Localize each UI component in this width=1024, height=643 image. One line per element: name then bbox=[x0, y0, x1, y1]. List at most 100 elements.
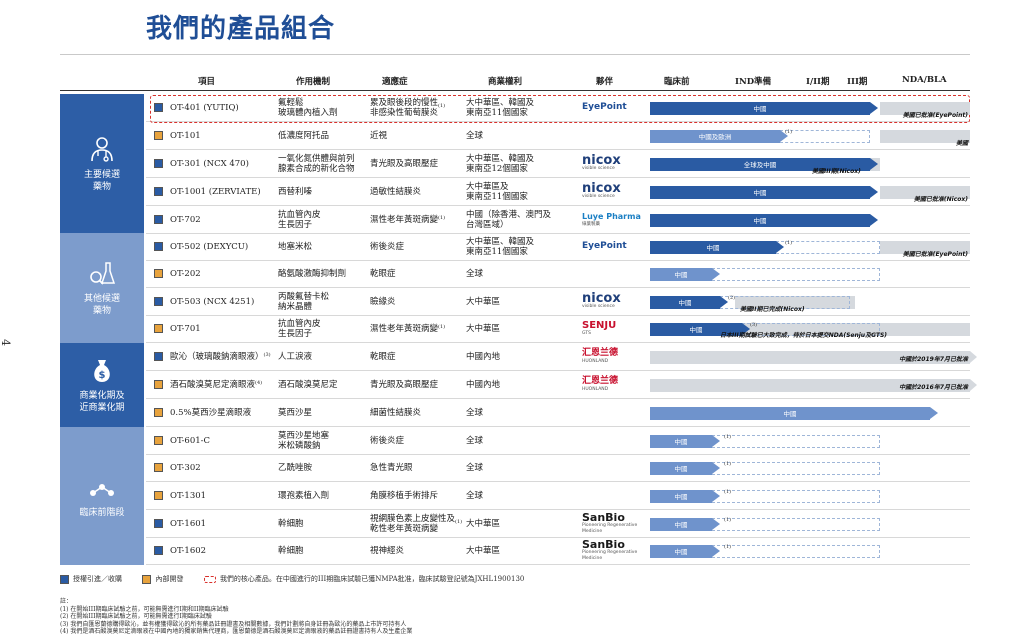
commercial-rights-text: 全球 bbox=[466, 130, 484, 141]
progress-bar: 中國 bbox=[650, 406, 930, 420]
commercial-rights: 中國（除香港、澳門及 台灣區域） bbox=[466, 206, 582, 233]
mechanism: 莫西沙星地塞 米松磷酸鈉 bbox=[278, 427, 372, 454]
indication-footnote-ref: (1) bbox=[438, 324, 446, 330]
commercial-rights-text: 全球 bbox=[466, 268, 484, 279]
progress-arrow bbox=[776, 240, 784, 253]
indication-text: 乾眼症 bbox=[370, 351, 396, 362]
progress-arrow bbox=[712, 544, 720, 557]
progress-bar: 中國及歐洲 bbox=[650, 129, 780, 143]
indication: 乾眼症 bbox=[370, 343, 466, 370]
progress-bar: 中國 bbox=[650, 517, 712, 531]
indication-text: 細菌性結膜炎 bbox=[370, 407, 422, 418]
commercial-rights-text: 中國內地 bbox=[466, 351, 501, 362]
commercial-rights-text: 大中華區、韓國及 東南亞12個國家 bbox=[466, 153, 535, 174]
mechanism: 莫西沙星 bbox=[278, 399, 372, 426]
project-name: OT-1001 (ZERVIATE) bbox=[170, 178, 280, 205]
indication-text: 濕性老年黃斑病變 bbox=[370, 323, 439, 334]
mechanism-text: 抗血管內皮 生長因子 bbox=[278, 318, 321, 339]
licensed-marker bbox=[154, 187, 163, 196]
bar-footnote-ref: (1) bbox=[724, 543, 732, 550]
project-name: OT-1601 bbox=[170, 510, 280, 537]
progress-arrow bbox=[712, 434, 720, 447]
partner-name: nicox bbox=[582, 181, 621, 196]
money-bag-icon: $ bbox=[94, 360, 110, 382]
partner-name: SanBio bbox=[582, 511, 625, 524]
commercial-rights-text: 大中華區及 東南亞11個國家 bbox=[466, 181, 528, 202]
footnotes: 註： (1) 在開始III期臨床試驗之前，可能無需進行I期和II期臨床試驗 (2… bbox=[60, 598, 412, 636]
mechanism-text: 莫西沙星 bbox=[278, 407, 313, 418]
progress-bar: 中國 bbox=[650, 295, 720, 309]
project-name-text: OT-701 bbox=[170, 323, 201, 334]
indication: 術後炎症 bbox=[370, 233, 466, 260]
progress-arrow bbox=[870, 157, 878, 170]
progress-bar: 中國 bbox=[650, 240, 776, 254]
inhouse-marker bbox=[154, 491, 163, 500]
progress-arrow bbox=[712, 489, 720, 502]
mechanism-text: 抗血管內皮 生長因子 bbox=[278, 209, 321, 230]
indication: 青光眼及高眼壓症 bbox=[370, 371, 466, 398]
category-main: 主要候選 藥物 bbox=[60, 94, 144, 233]
indication: 術後炎症 bbox=[370, 427, 466, 454]
project-name: OT-301 (NCX 470) bbox=[170, 150, 280, 177]
progress-arrow bbox=[712, 267, 720, 280]
mechanism-text: 莫西沙星地塞 米松磷酸鈉 bbox=[278, 430, 330, 451]
commercial-rights-text: 全球 bbox=[466, 490, 484, 501]
indication-text: 視網膜色素上皮變性及 乾性老年黃斑病變 bbox=[370, 513, 456, 534]
category-preclinical-label: 臨床前階段 bbox=[79, 508, 125, 518]
doctor-icon bbox=[91, 136, 113, 162]
mechanism: 環孢素植入劑 bbox=[278, 482, 372, 509]
licensed-marker bbox=[154, 352, 163, 361]
project-name: 0.5%莫西沙星滴眼液 bbox=[170, 399, 280, 426]
title-divider bbox=[60, 54, 970, 55]
project-name-footnote-ref: (4) bbox=[255, 380, 263, 386]
mechanism: 西替利嗪 bbox=[278, 178, 372, 205]
commercial-rights: 全球 bbox=[466, 427, 582, 454]
partner-logo: 汇恩兰德 HUONLAND bbox=[582, 371, 648, 398]
category-main-label: 主要候選 藥物 bbox=[83, 169, 120, 192]
inhouse-marker bbox=[154, 269, 163, 278]
progress-bar: 中國 bbox=[650, 267, 712, 281]
project-name-text: OT-301 (NCX 470) bbox=[170, 158, 249, 169]
footnote-2: (2) 在開始III期臨床試驗之前，可能無需進行I期臨床試驗 bbox=[60, 613, 212, 620]
molecule-icon bbox=[90, 484, 114, 496]
partner-subtitle: HUONLAND bbox=[582, 359, 609, 364]
commercial-rights-text: 大中華區、韓國及 東南亞11個國家 bbox=[466, 236, 535, 257]
partner-subtitle: visible science bbox=[582, 166, 615, 171]
commercial-rights: 大中華區及 東南亞11個國家 bbox=[466, 178, 582, 205]
indication-text: 青光眼及高眼壓症 bbox=[370, 379, 439, 390]
licensed-marker bbox=[154, 215, 163, 224]
partner-name: SENJU bbox=[582, 320, 617, 331]
partner-logo: 汇恩兰德 HUONLAND bbox=[582, 343, 648, 370]
commercial-rights: 大中華區、韓國及 東南亞12個國家 bbox=[466, 150, 582, 177]
partner-name: 汇恩兰德 bbox=[582, 376, 619, 386]
header-divider bbox=[60, 90, 970, 91]
inhouse-marker bbox=[154, 380, 163, 389]
indication: 乾眼症 bbox=[370, 260, 466, 287]
partner-name: EyePoint bbox=[582, 241, 627, 251]
mechanism: 丙酸氟替卡松 納米晶體 bbox=[278, 288, 372, 315]
mechanism: 幹細胞 bbox=[278, 537, 372, 564]
partner-name: Luye Pharma bbox=[582, 212, 641, 221]
partner-subtitle: Pioneering Regenerative Medicine bbox=[582, 523, 638, 534]
commercial-rights: 大中華區 bbox=[466, 288, 582, 315]
indication-text: 近視 bbox=[370, 130, 388, 141]
commercial-rights-text: 大中華區 bbox=[466, 323, 501, 334]
inhouse-marker bbox=[154, 463, 163, 472]
bar-footnote-ref: (1) bbox=[724, 516, 732, 523]
partner-logo: SanBio Pioneering Regenerative Medicine bbox=[582, 510, 648, 537]
mechanism-text: 低濃度阿托品 bbox=[278, 130, 330, 141]
mechanism-text: 人工淚液 bbox=[278, 351, 313, 362]
mechanism: 人工淚液 bbox=[278, 343, 372, 370]
progress-bar: 中國 bbox=[650, 489, 712, 503]
partner-name: nicox bbox=[582, 291, 621, 306]
indication-text: 濕性老年黃斑病變 bbox=[370, 214, 439, 225]
approval-note: 中國於2019年7月已批准 bbox=[899, 355, 968, 363]
footnote-4: (4) 我們是酒石酸溴莫尼定滴眼液在中國內地的獨家銷售代理商，匯恩蘭德是酒石酸溴… bbox=[60, 628, 413, 635]
progress-bar: 中國 bbox=[650, 461, 712, 475]
commercial-rights: 中國內地 bbox=[466, 371, 582, 398]
indication: 濕性老年黃斑病變 (1) bbox=[370, 315, 466, 342]
project-name-text: OT-101 bbox=[170, 130, 201, 141]
footnote-heading: 註： bbox=[60, 598, 73, 605]
partner-logo: SanBio Pioneering Regenerative Medicine bbox=[582, 537, 648, 564]
mechanism: 低濃度阿托品 bbox=[278, 122, 372, 149]
